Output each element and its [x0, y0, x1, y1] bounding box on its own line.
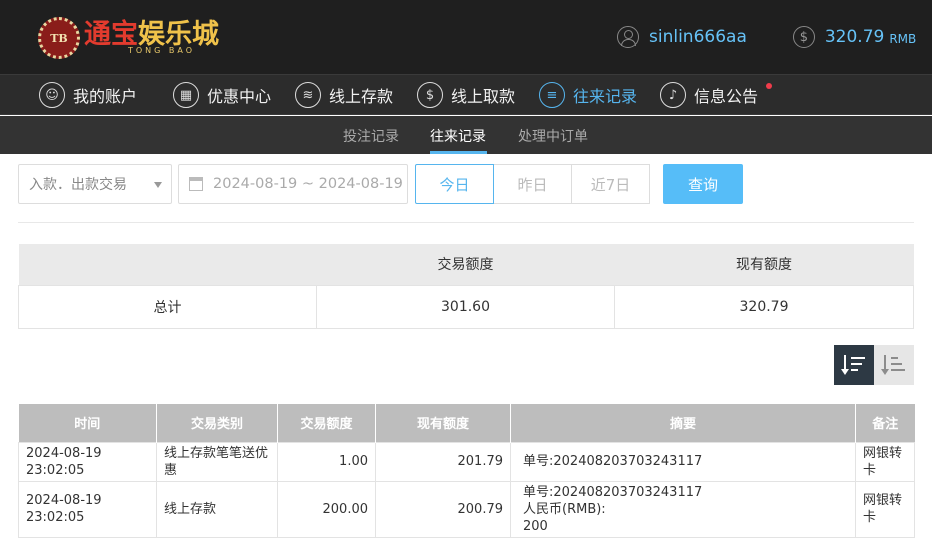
- today-button[interactable]: 今日: [415, 164, 494, 204]
- active-tab-underline: [430, 151, 487, 154]
- summary-order-number: 单号:202408203703243117: [523, 454, 703, 469]
- nav-item-label: 线上存款: [329, 87, 394, 106]
- calendar-icon: [189, 177, 203, 191]
- tab-bet-records[interactable]: 投注记录: [343, 126, 399, 146]
- summary-order-number: 单号:202408203703243117: [523, 484, 703, 500]
- yesterday-button[interactable]: 昨日: [493, 164, 572, 204]
- column-header-balance: 现有额度: [375, 404, 511, 442]
- nav-item-records[interactable]: ≡ 往来记录: [539, 80, 637, 110]
- quick-date-group: 今日 昨日 近7日: [415, 164, 653, 204]
- balance-currency: RMB: [889, 31, 917, 46]
- transaction-type-value: 入款．出款交易: [29, 177, 127, 193]
- user-area: sinlin666aa $ 320.79 RMB: [617, 24, 916, 50]
- records-table: 时间 交易类别 交易额度 现有额度 摘要 备注 2024-08-19 23:02…: [18, 404, 915, 538]
- bell-icon: ♪: [660, 82, 686, 108]
- query-button[interactable]: 查询: [663, 164, 743, 204]
- cell-balance: 200.79: [375, 480, 511, 538]
- summary-total-transaction: 301.60: [316, 284, 615, 329]
- summary-header-empty: [18, 244, 317, 285]
- sub-nav: 投注记录 往来记录 处理中订单: [0, 116, 932, 154]
- nav-item-label: 信息公告: [694, 87, 759, 106]
- summary-header-current: 现有额度: [614, 244, 914, 285]
- nav-item-label: 往来记录: [573, 87, 638, 106]
- cell-summary: 单号:202408203703243117 人民币(RMB): 200: [510, 480, 856, 538]
- nav-item-my-account[interactable]: ☺ 我的账户: [39, 80, 137, 110]
- cell-time: 2024-08-19 23:02:05: [18, 441, 157, 482]
- cell-balance: 201.79: [375, 441, 511, 482]
- summary-header-transaction: 交易额度: [316, 244, 615, 285]
- sort-ascending-button[interactable]: [874, 345, 914, 385]
- summary-header-row: 交易额度 现有额度: [18, 244, 914, 285]
- user-icon: [617, 26, 639, 48]
- balance-amount: 320.79: [824, 27, 885, 47]
- user-icon: ☺: [39, 82, 65, 108]
- table-row: 2024-08-19 23:02:05 线上存款笔笔送优惠 1.00 201.7…: [18, 441, 915, 482]
- cell-summary: 单号:202408203703243117: [510, 441, 856, 482]
- last-7-days-button[interactable]: 近7日: [571, 164, 650, 204]
- cell-category: 线上存款笔笔送优惠: [156, 441, 278, 482]
- nav-item-announcements[interactable]: ♪ 信息公告: [660, 80, 773, 110]
- column-header-amount: 交易额度: [277, 404, 376, 442]
- nav-item-label: 我的账户: [73, 87, 138, 106]
- column-header-summary: 摘要: [510, 404, 856, 442]
- nav-item-promotions[interactable]: ▦ 优惠中心: [173, 80, 271, 110]
- summary-currency-amount: 200: [523, 518, 548, 534]
- summary-total-row: 总计 301.60 320.79: [18, 284, 914, 329]
- transaction-type-select[interactable]: 入款．出款交易: [18, 164, 172, 204]
- cell-amount: 1.00: [277, 441, 376, 482]
- summary-total-label: 总计: [18, 284, 317, 329]
- summary-table: 交易额度 现有额度 总计 301.60 320.79: [18, 244, 914, 329]
- records-icon: ≡: [539, 82, 565, 108]
- cell-category: 线上存款: [156, 480, 278, 538]
- column-header-time: 时间: [18, 404, 157, 442]
- nav-item-withdraw[interactable]: $ 线上取款: [417, 80, 515, 110]
- main-nav: ☺ 我的账户 ▦ 优惠中心 ≋ 线上存款 $ 线上取款 ≡ 往来记录 ♪ 信息公…: [0, 74, 932, 115]
- sort-descending-button[interactable]: [834, 345, 874, 385]
- column-header-note: 备注: [855, 404, 915, 442]
- chevron-down-icon: [154, 182, 162, 188]
- logo-text: 通宝娱乐城 TONG BAO: [84, 21, 219, 55]
- date-range-input[interactable]: 2024-08-19 ~ 2024-08-19: [178, 164, 408, 204]
- logo-name-en: TONG BAO: [128, 46, 196, 55]
- cell-time: 2024-08-19 23:02:05: [18, 480, 157, 538]
- withdraw-icon: $: [417, 82, 443, 108]
- records-header-row: 时间 交易类别 交易额度 现有额度 摘要 备注: [18, 404, 915, 442]
- logo-badge-icon: TB: [38, 17, 80, 59]
- notification-dot: [766, 83, 773, 89]
- tab-transaction-records[interactable]: 往来记录: [430, 126, 486, 146]
- top-header: TB 通宝娱乐城 TONG BAO sinlin666aa $ 320.79 R…: [0, 0, 932, 74]
- summary-total-current: 320.79: [614, 284, 914, 329]
- summary-currency-label: 人民币(RMB):: [523, 501, 606, 517]
- deposit-icon: ≋: [295, 82, 321, 108]
- balance-coin-icon: $: [792, 26, 815, 48]
- cell-note: 网银转卡: [855, 441, 915, 482]
- divider: [18, 222, 914, 223]
- nav-item-label: 优惠中心: [207, 87, 272, 106]
- cell-amount: 200.00: [277, 480, 376, 538]
- sort-descending-icon: [841, 355, 866, 375]
- gift-icon: ▦: [173, 82, 199, 108]
- date-range-value: 2024-08-19 ~ 2024-08-19: [213, 176, 403, 192]
- brand-logo[interactable]: TB 通宝娱乐城 TONG BAO: [38, 16, 219, 60]
- nav-item-label: 线上取款: [451, 87, 516, 106]
- nav-item-deposit[interactable]: ≋ 线上存款: [295, 80, 393, 110]
- sort-ascending-icon: [881, 355, 906, 375]
- table-row: 2024-08-19 23:02:05 线上存款 200.00 200.79 单…: [18, 480, 915, 538]
- username-link[interactable]: sinlin666aa: [649, 27, 747, 47]
- cell-note: 网银转卡: [855, 480, 915, 538]
- tab-pending-orders[interactable]: 处理中订单: [518, 126, 588, 146]
- column-header-category: 交易类别: [156, 404, 278, 442]
